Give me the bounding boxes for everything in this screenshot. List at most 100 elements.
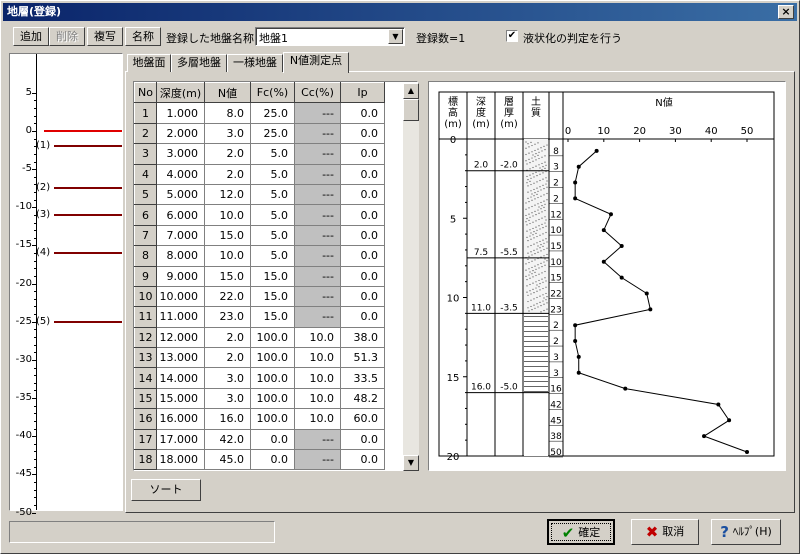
- row-number[interactable]: 8: [134, 245, 157, 267]
- table-cell[interactable]: 45.0: [204, 449, 251, 470]
- table-cell[interactable]: 0.0: [340, 183, 385, 206]
- table-cell[interactable]: 23.0: [204, 306, 251, 328]
- table-cell[interactable]: 100.0: [250, 408, 295, 430]
- table-cell[interactable]: 5.000: [156, 183, 205, 206]
- table-cell[interactable]: 10.0: [294, 347, 341, 369]
- row-number[interactable]: 17: [134, 428, 157, 451]
- table-cell[interactable]: ---: [294, 428, 341, 451]
- table-cell[interactable]: 0.0: [340, 285, 385, 308]
- table-cell[interactable]: 22.0: [204, 285, 251, 308]
- row-number[interactable]: 5: [134, 183, 157, 206]
- table-row[interactable]: 4 4.000 2.0 5.0 --- 0.0: [134, 163, 385, 185]
- cancel-button[interactable]: ✖ 取消: [631, 519, 699, 545]
- table-cell[interactable]: 1.000: [156, 102, 205, 124]
- table-cell[interactable]: 15.000: [156, 387, 205, 410]
- close-button[interactable]: ×: [778, 5, 794, 19]
- tab-uniform[interactable]: 一様地盤: [227, 54, 283, 72]
- table-row[interactable]: 2 2.000 3.0 25.0 --- 0.0: [134, 122, 385, 145]
- layer-boundary-line[interactable]: [54, 187, 122, 190]
- table-cell[interactable]: 2.0: [204, 163, 251, 185]
- row-number[interactable]: 18: [134, 449, 157, 470]
- table-row[interactable]: 5 5.000 12.0 5.0 --- 0.0: [134, 183, 385, 206]
- table-cell[interactable]: 10.0: [294, 387, 341, 410]
- table-row[interactable]: 17 17.000 42.0 0.0 --- 0.0: [134, 428, 385, 451]
- table-row[interactable]: 12 12.000 2.0 100.0 10.0 38.0: [134, 326, 385, 349]
- table-cell[interactable]: 0.0: [340, 143, 385, 165]
- table-cell[interactable]: ---: [294, 224, 341, 247]
- table-row[interactable]: 15 15.000 3.0 100.0 10.0 48.2: [134, 387, 385, 410]
- table-cell[interactable]: 0.0: [340, 449, 385, 470]
- row-number[interactable]: 10: [134, 285, 157, 308]
- table-cell[interactable]: 11.000: [156, 306, 205, 328]
- table-row[interactable]: 8 8.000 10.0 5.0 --- 0.0: [134, 245, 385, 267]
- scroll-up-icon[interactable]: ▲: [403, 83, 419, 99]
- table-row[interactable]: 11 11.000 23.0 15.0 --- 0.0: [134, 306, 385, 328]
- table-cell[interactable]: ---: [294, 183, 341, 206]
- table-row[interactable]: 16 16.000 16.0 100.0 10.0 60.0: [134, 408, 385, 430]
- table-cell[interactable]: 17.000: [156, 428, 205, 451]
- table-cell[interactable]: 4.000: [156, 163, 205, 185]
- scroll-thumb[interactable]: [403, 99, 419, 121]
- table-cell[interactable]: 100.0: [250, 387, 295, 410]
- table-cell[interactable]: 2.0: [204, 143, 251, 165]
- ok-button[interactable]: ✔ 確定: [547, 519, 615, 545]
- table-cell[interactable]: 0.0: [340, 306, 385, 328]
- table-cell[interactable]: 5.0: [250, 163, 295, 185]
- table-cell[interactable]: 38.0: [340, 326, 385, 349]
- ground-name-combo[interactable]: 地盤1 ▼: [255, 27, 405, 46]
- table-cell[interactable]: 0.0: [340, 428, 385, 451]
- table-cell[interactable]: 60.0: [340, 408, 385, 430]
- table-cell[interactable]: ---: [294, 163, 341, 185]
- row-number[interactable]: 6: [134, 204, 157, 226]
- table-cell[interactable]: 16.0: [204, 408, 251, 430]
- table-cell[interactable]: 15.0: [250, 265, 295, 287]
- table-cell[interactable]: ---: [294, 143, 341, 165]
- table-cell[interactable]: 5.0: [250, 183, 295, 206]
- table-cell[interactable]: 3.0: [204, 122, 251, 145]
- table-cell[interactable]: 12.0: [204, 183, 251, 206]
- table-row[interactable]: 13 13.000 2.0 100.0 10.0 51.3: [134, 347, 385, 369]
- table-cell[interactable]: 2.000: [156, 122, 205, 145]
- row-number[interactable]: 1: [134, 102, 157, 124]
- row-number[interactable]: 11: [134, 306, 157, 328]
- row-number[interactable]: 2: [134, 122, 157, 145]
- table-cell[interactable]: 25.0: [250, 102, 295, 124]
- column-header[interactable]: Ip: [340, 82, 385, 104]
- table-cell[interactable]: 15.0: [250, 306, 295, 328]
- table-cell[interactable]: 0.0: [250, 449, 295, 470]
- table-cell[interactable]: 3.0: [204, 367, 251, 389]
- table-row[interactable]: 14 14.000 3.0 100.0 10.0 33.5: [134, 367, 385, 389]
- table-row[interactable]: 18 18.000 45.0 0.0 --- 0.0: [134, 449, 385, 470]
- table-row[interactable]: 9 9.000 15.0 15.0 --- 0.0: [134, 265, 385, 287]
- table-cell[interactable]: 10.0: [294, 408, 341, 430]
- table-cell[interactable]: ---: [294, 204, 341, 226]
- column-header[interactable]: 深度(m): [156, 82, 205, 104]
- table-cell[interactable]: 0.0: [340, 224, 385, 247]
- column-header[interactable]: No: [134, 82, 157, 104]
- row-number[interactable]: 12: [134, 326, 157, 349]
- layer-boundary-line[interactable]: [54, 213, 122, 216]
- table-cell[interactable]: 10.0: [294, 326, 341, 349]
- table-cell[interactable]: 5.0: [250, 143, 295, 165]
- table-cell[interactable]: 2.0: [204, 347, 251, 369]
- table-row[interactable]: 7 7.000 15.0 5.0 --- 0.0: [134, 224, 385, 247]
- table-cell[interactable]: 10.0: [294, 367, 341, 389]
- liquefaction-checkbox[interactable]: ✔: [506, 30, 518, 42]
- table-cell[interactable]: 0.0: [340, 122, 385, 145]
- table-cell[interactable]: ---: [294, 285, 341, 308]
- column-header[interactable]: N値: [204, 82, 251, 104]
- table-cell[interactable]: 0.0: [340, 163, 385, 185]
- table-cell[interactable]: 15.0: [204, 224, 251, 247]
- scroll-down-icon[interactable]: ▼: [403, 455, 419, 471]
- table-row[interactable]: 6 6.000 10.0 5.0 --- 0.0: [134, 204, 385, 226]
- row-number[interactable]: 7: [134, 224, 157, 247]
- copy-button[interactable]: 複写: [87, 27, 123, 46]
- table-cell[interactable]: 5.0: [250, 245, 295, 267]
- delete-button[interactable]: 削除: [49, 27, 85, 46]
- row-number[interactable]: 9: [134, 265, 157, 287]
- table-cell[interactable]: 12.000: [156, 326, 205, 349]
- table-cell[interactable]: 25.0: [250, 122, 295, 145]
- table-cell[interactable]: 10.0: [204, 245, 251, 267]
- table-row[interactable]: 3 3.000 2.0 5.0 --- 0.0: [134, 143, 385, 165]
- table-cell[interactable]: 14.000: [156, 367, 205, 389]
